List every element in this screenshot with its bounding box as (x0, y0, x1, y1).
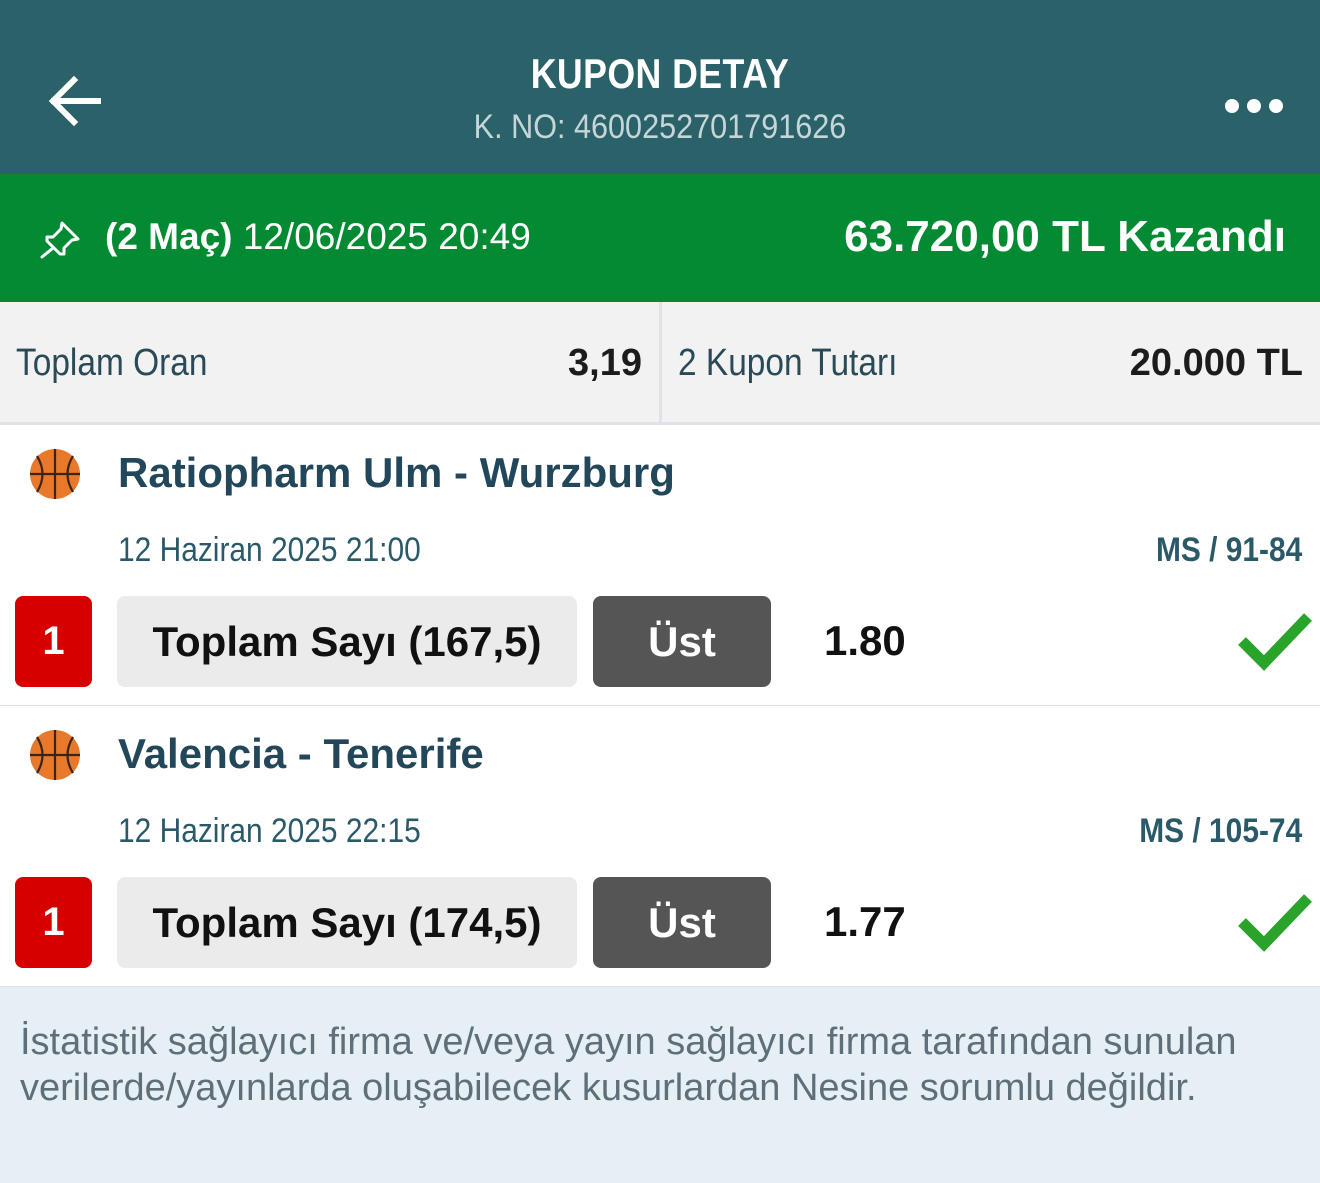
coupon-info: (2 Maç) 12/06/2025 20:49 (105, 216, 531, 258)
disclaimer-panel: İstatistik sağlayıcı firma ve/veya yayın… (0, 987, 1320, 1183)
total-odds-label: Toplam Oran (16, 342, 208, 384)
checkmark-icon (1238, 894, 1312, 952)
pin-icon[interactable] (38, 219, 82, 259)
event-name: Ratiopharm Ulm - Wurzburg (118, 449, 675, 496)
outcome-badge: Üst (593, 596, 771, 687)
checkmark-icon (1238, 613, 1312, 671)
event-date: 12 Haziran 2025 22:15 (118, 812, 421, 850)
winnings-amount: 63.720,00 TL Kazandı (844, 212, 1286, 261)
outcome-badge: Üst (593, 877, 771, 968)
total-odds-value: 3,19 (568, 342, 642, 384)
coupon-amount-label: 2 Kupon Tutarı (678, 342, 898, 384)
odds-value: 1.77 (824, 898, 906, 945)
more-horizontal-icon[interactable] (1222, 88, 1286, 124)
coupon-summary: Toplam Oran 3,19 2 Kupon Tutarı 20.000 T… (0, 302, 1320, 425)
market-label: Toplam Sayı (167,5) (117, 596, 577, 687)
coupon-amount-value: 20.000 TL (1129, 342, 1303, 384)
coupon-datetime: 12/06/2025 20:49 (242, 216, 531, 257)
event-score: MS / 91-84 (1155, 531, 1302, 569)
summary-divider (659, 302, 662, 422)
event-score: MS / 105-74 (1139, 812, 1302, 850)
app-header: KUPON DETAY K. NO: 4600252701791626 (0, 0, 1320, 174)
event-name: Valencia - Tenerife (118, 730, 484, 777)
pick-number-badge: 1 (15, 596, 92, 687)
page-title: KUPON DETAY (530, 50, 790, 97)
event-row[interactable]: Ratiopharm Ulm - Wurzburg 12 Haziran 202… (0, 425, 1320, 708)
match-count: (2 Maç) (105, 216, 233, 257)
basketball-icon (30, 449, 80, 499)
event-date: 12 Haziran 2025 21:00 (118, 531, 421, 569)
coupon-number: K. NO: 4600252701791626 (473, 108, 847, 146)
event-row[interactable]: Valencia - Tenerife 12 Haziran 2025 22:1… (0, 706, 1320, 989)
disclaimer-text: İstatistik sağlayıcı firma ve/veya yayın… (20, 1021, 1237, 1109)
basketball-icon (30, 730, 80, 780)
odds-value: 1.80 (824, 617, 906, 664)
pick-number-badge: 1 (15, 877, 92, 968)
market-label: Toplam Sayı (174,5) (117, 877, 577, 968)
